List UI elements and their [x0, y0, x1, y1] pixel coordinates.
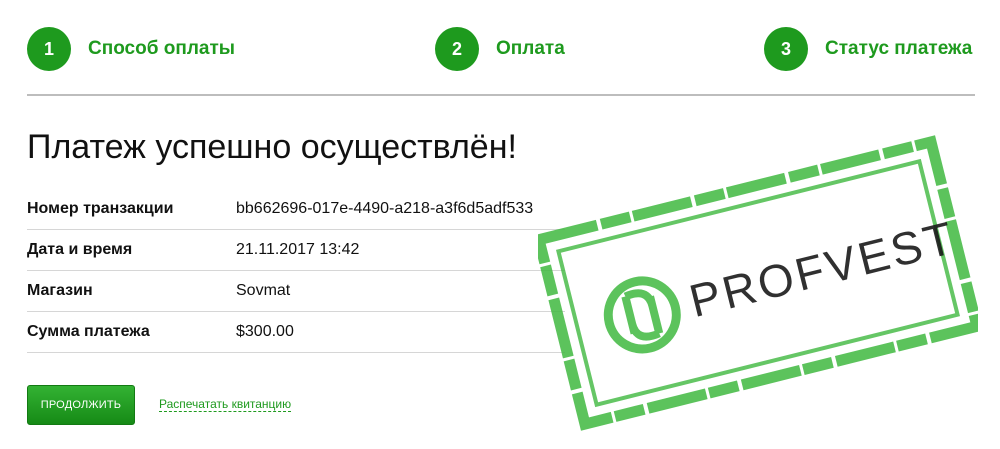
step-label: Статус платежа — [825, 38, 973, 59]
detail-label: Магазин — [27, 282, 93, 299]
datetime-value: 21.11.2017 13:42 — [236, 241, 360, 258]
step-payment: 2 Оплата — [435, 27, 565, 71]
detail-row-transaction: Номер транзакции bb662696-017e-4490-a218… — [27, 189, 565, 230]
detail-row-amount: Сумма платежа $300.00 — [27, 312, 565, 353]
progress-steps: 1 Способ оплаты 2 Оплата 3 Статус платеж… — [0, 0, 1000, 97]
detail-label: Номер транзакции — [27, 200, 174, 217]
step-number: 1 — [27, 27, 71, 71]
print-receipt-link[interactable]: Распечатать квитанцию — [159, 397, 292, 412]
continue-button[interactable]: ПРОДОЛЖИТЬ — [27, 385, 135, 425]
profvest-stamp: PROFVEST — [538, 135, 978, 431]
transaction-id-value: bb662696-017e-4490-a218-a3f6d5adf533 — [236, 200, 534, 217]
detail-row-shop: Магазин Sovmat — [27, 271, 565, 312]
stamp-text: PROFVEST — [684, 211, 960, 327]
shop-value: Sovmat — [236, 282, 291, 299]
step-payment-status: 3 Статус платежа — [764, 27, 972, 71]
steps-divider — [27, 94, 975, 96]
step-number: 2 — [435, 27, 479, 71]
payment-details-table: Номер транзакции bb662696-017e-4490-a218… — [27, 189, 565, 353]
amount-value: $300.00 — [236, 323, 294, 340]
detail-row-datetime: Дата и время 21.11.2017 13:42 — [27, 230, 565, 271]
step-number: 3 — [764, 27, 808, 71]
detail-label: Сумма платежа — [27, 323, 150, 340]
step-label: Способ оплаты — [88, 38, 235, 59]
profvest-logo-icon — [603, 276, 681, 354]
step-label: Оплата — [496, 38, 565, 59]
step-payment-method: 1 Способ оплаты — [27, 27, 235, 71]
page-title: Платеж успешно осуществлён! — [27, 128, 517, 166]
detail-label: Дата и время — [27, 241, 133, 258]
